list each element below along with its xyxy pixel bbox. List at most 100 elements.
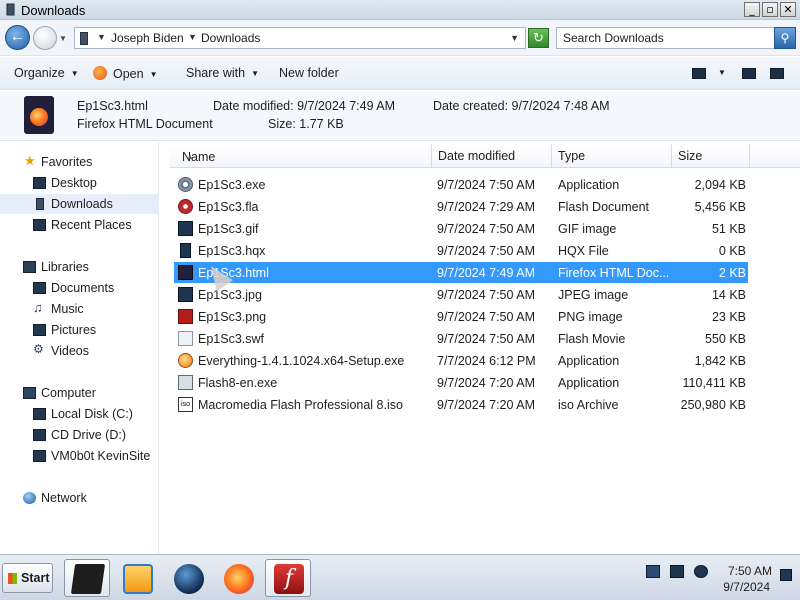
taskbar-media-player[interactable] [114,559,160,597]
file-date: 9/7/2024 7:20 AM [437,376,535,390]
clock-date[interactable]: 9/7/2024 [718,580,770,594]
file-row[interactable]: Ep1Sc3.png 9/7/2024 7:50 AM PNG image 23… [174,306,748,327]
music-icon: ♫ [33,300,43,315]
file-date: 9/7/2024 7:50 AM [437,244,535,258]
taskbar-firefox[interactable] [215,559,261,597]
file-row[interactable]: Ep1Sc3.gif 9/7/2024 7:50 AM GIF image 51… [174,218,748,239]
nav-label: Videos [51,344,89,358]
iso-icon: iso [178,397,193,412]
open-label: Open [113,67,144,81]
media-player-icon [123,564,153,594]
search-input[interactable]: Search Downloads ⚲ [556,27,796,49]
chevron-down-icon[interactable]: ▼ [718,68,726,77]
taskbar-globe[interactable] [165,559,211,597]
nav-cd-drive[interactable]: CD Drive (D:) [0,425,159,445]
refresh-button[interactable]: ↻ [528,28,549,48]
column-label: Type [558,149,586,163]
column-header-name[interactable]: Name ▲ [170,144,432,168]
chevron-down-icon[interactable]: ▼ [97,32,106,42]
command-bar: Organize ▼ Open ▼ Share with ▼ New folder ▼ [0,57,800,90]
file-row-selected[interactable]: Ep1Sc3.html 9/7/2024 7:49 AM Firefox HTM… [174,262,748,283]
tray-network-icon[interactable] [670,565,684,578]
search-icon[interactable]: ⚲ [774,27,796,49]
nav-videos[interactable]: ⚙ Videos [0,341,159,361]
tray-volume-icon[interactable] [694,565,708,578]
file-type: Application [558,178,620,192]
windows-logo-icon [8,573,17,584]
column-header-type[interactable]: Type [552,144,672,168]
file-row[interactable]: Ep1Sc3.swf 9/7/2024 7:50 AM Flash Movie … [174,328,748,349]
start-button[interactable]: Start [2,563,53,593]
nav-pictures[interactable]: Pictures [0,320,159,340]
show-desktop-icon[interactable] [780,569,792,581]
file-date: 9/7/2024 7:50 AM [437,288,535,302]
help-icon[interactable] [770,68,784,79]
minimize-button[interactable]: _ [744,2,760,17]
open-button[interactable]: Open ▼ [93,66,158,81]
search-placeholder: Search Downloads [563,31,664,45]
share-with-button[interactable]: Share with ▼ [186,66,259,80]
nav-network[interactable]: Network [0,488,159,508]
organize-label: Organize [14,66,65,80]
column-header-size[interactable]: Size [672,144,750,168]
taskbar-explorer[interactable] [64,559,110,597]
nav-music[interactable]: ♫ Music [0,299,159,319]
history-dropdown-icon[interactable]: ▼ [59,34,67,43]
nav-libraries[interactable]: Libraries [0,257,159,277]
folder-icon [4,3,17,16]
maximize-button[interactable]: ▫ [762,2,778,17]
details-size: Size: 1.77 KB [268,117,344,131]
file-name: Ep1Sc3.fla [198,200,259,214]
forward-button[interactable] [33,26,57,50]
file-size: 5,456 KB [694,200,746,214]
nav-local-disk[interactable]: Local Disk (C:) [0,404,159,424]
file-type: Application [558,376,620,390]
nav-label: Documents [51,281,115,295]
breadcrumb-downloads[interactable]: Downloads [201,31,260,45]
file-row[interactable]: Ep1Sc3.jpg 9/7/2024 7:50 AM JPEG image 1… [174,284,748,305]
nav-favorites[interactable]: ★ Favorites [0,152,159,172]
firefox-icon [224,564,254,594]
file-row[interactable]: Ep1Sc3.exe 9/7/2024 7:50 AM Application … [174,174,748,195]
address-dropdown-icon[interactable]: ▼ [510,33,519,43]
nav-downloads[interactable]: Downloads [0,194,159,214]
back-button[interactable]: ← [5,25,30,50]
file-type: JPEG image [558,288,629,302]
chevron-down-icon: ▼ [149,70,158,80]
organize-button[interactable]: Organize ▼ [14,66,79,80]
file-type: Flash Document [558,200,650,214]
file-row[interactable]: Flash8-en.exe 9/7/2024 7:20 AM Applicati… [174,372,748,393]
clock-time[interactable]: 7:50 AM [722,564,772,578]
nav-label: Music [51,302,84,316]
nav-computer[interactable]: Computer [0,383,159,403]
change-view-icon[interactable] [692,68,706,79]
file-size: 2,094 KB [694,178,746,192]
flash-icon: f [274,564,304,594]
file-name: Ep1Sc3.png [198,310,267,324]
tray-flag-icon[interactable] [646,565,660,578]
file-size: 23 KB [711,310,746,324]
column-header-date-modified[interactable]: Date modified [432,144,552,168]
chevron-down-icon[interactable]: ▼ [188,32,197,42]
file-row[interactable]: Ep1Sc3.fla 9/7/2024 7:29 AM Flash Docume… [174,196,748,217]
taskbar-flash[interactable]: f [265,559,311,597]
nav-desktop[interactable]: Desktop [0,173,159,193]
new-folder-button[interactable]: New folder [279,66,339,80]
breadcrumb-user[interactable]: Joseph Biden [111,31,184,45]
close-button[interactable]: ✕ [780,2,796,17]
firefox-html-icon [178,265,193,280]
share-with-label: Share with [186,66,246,80]
details-pane: Ep1Sc3.html Firefox HTML Document Date m… [0,91,800,141]
nav-recent-places[interactable]: Recent Places [0,215,159,235]
file-type: Flash Movie [558,332,626,346]
file-row[interactable]: Ep1Sc3.hqx 9/7/2024 7:50 AM HQX File 0 K… [174,240,748,261]
nav-label: VM0b0t KevinSite [51,449,151,463]
address-bar[interactable]: ▼ Joseph Biden ▼ Downloads ▼ [74,27,526,49]
nav-network-drive[interactable]: VM0b0t KevinSite [0,446,159,466]
file-row[interactable]: iso Macromedia Flash Professional 8.iso … [174,394,748,415]
chevron-down-icon: ▼ [251,69,259,79]
preview-pane-icon[interactable] [742,68,756,79]
file-row[interactable]: Everything-1.4.1.1024.x64-Setup.exe 7/7/… [174,350,748,371]
column-header-filler [750,144,800,168]
nav-documents[interactable]: Documents [0,278,159,298]
